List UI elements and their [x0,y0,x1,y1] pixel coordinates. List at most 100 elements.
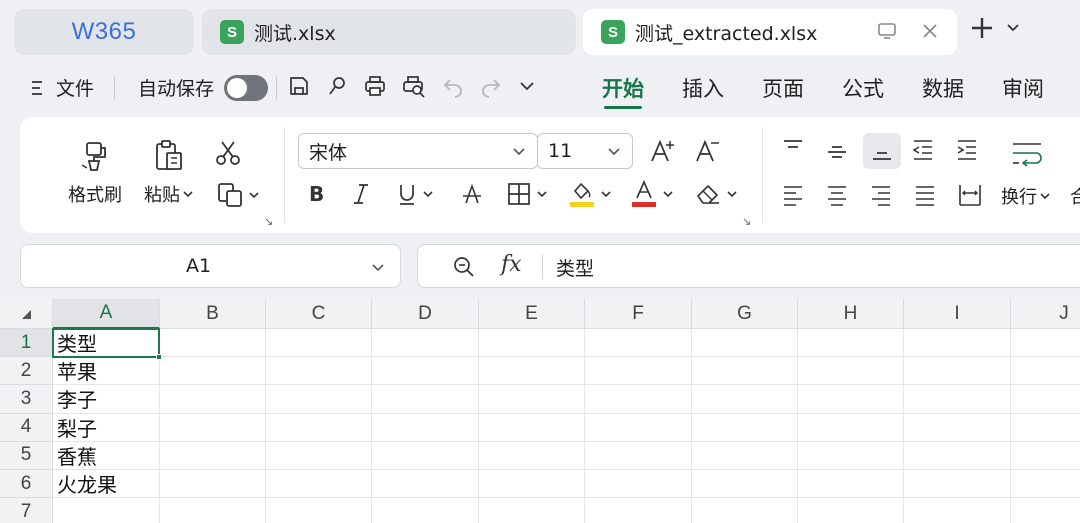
column-header-h[interactable]: H [798,299,904,329]
cell-c4[interactable] [266,413,372,442]
fill-handle[interactable] [156,354,162,361]
align-left-icon[interactable] [780,183,806,207]
cell-b3[interactable] [160,385,266,414]
chevron-down-icon[interactable] [1006,21,1020,35]
cell-h7[interactable] [798,498,904,523]
cell-j3[interactable] [1011,385,1080,414]
document-tab[interactable]: S 测试.xlsx [202,9,576,55]
file-menu[interactable]: 文件 [30,74,94,101]
cell-e5[interactable] [479,441,585,470]
font-size-select[interactable]: 11 [537,133,633,169]
merge-button[interactable]: 合 [1070,183,1080,209]
cell-f1[interactable] [585,329,692,358]
column-header-e[interactable]: E [479,299,585,329]
cell-a4[interactable]: 梨子 [53,413,160,442]
align-top-icon[interactable] [780,137,806,161]
cell-d2[interactable] [372,357,479,386]
wrap-button[interactable]: 换行 [1001,183,1051,209]
cell-g7[interactable] [692,498,798,523]
zoom-search-icon[interactable] [452,255,476,279]
cell-d3[interactable] [372,385,479,414]
border-button[interactable] [506,181,548,207]
row-header-2[interactable]: 2 [0,357,53,386]
cell-f5[interactable] [585,441,692,470]
font-group-launcher-icon[interactable]: ↘ [742,215,751,228]
paste-button[interactable]: 粘贴 [144,139,194,207]
cell-f7[interactable] [585,498,692,523]
cell-d6[interactable] [372,470,479,499]
select-all-corner[interactable] [0,299,53,329]
cell-c5[interactable] [266,441,372,470]
autosave-toggle[interactable] [224,74,269,101]
cell-j2[interactable] [1011,357,1080,386]
document-tab-active[interactable]: S 测试_extracted.xlsx [583,9,957,55]
cell-g2[interactable] [692,357,798,386]
cell-a3[interactable]: 李子 [53,385,160,414]
tab-data[interactable]: 数据 [922,73,964,109]
column-header-c[interactable]: C [266,299,372,329]
cell-f4[interactable] [585,413,692,442]
monitor-icon[interactable] [877,21,897,41]
tab-home[interactable]: 开始 [602,73,644,109]
tab-page[interactable]: 页面 [762,73,804,109]
cell-a2[interactable]: 苹果 [53,357,160,386]
font-color-button[interactable] [630,179,674,209]
justify-icon[interactable] [912,183,938,207]
save-icon[interactable] [287,74,311,98]
tab-insert[interactable]: 插入 [682,73,724,109]
cell-e2[interactable] [479,357,585,386]
cell-b2[interactable] [160,357,266,386]
cell-h3[interactable] [798,385,904,414]
cell-g5[interactable] [692,441,798,470]
column-header-j[interactable]: J [1011,299,1080,329]
cell-h4[interactable] [798,413,904,442]
cell-j4[interactable] [1011,414,1080,442]
align-right-icon[interactable] [868,183,894,207]
redo-icon[interactable] [479,74,503,98]
decrease-font-size-icon[interactable] [694,137,722,165]
cell-c7[interactable] [266,498,372,523]
italic-icon[interactable] [350,181,372,207]
cell-d5[interactable] [372,441,479,470]
cell-i2[interactable] [904,357,1011,386]
plus-icon[interactable] [968,14,996,42]
cell-c6[interactable] [266,470,372,499]
cell-j5[interactable] [1011,442,1080,470]
cell-j6[interactable] [1011,470,1080,499]
print-preview-icon[interactable] [401,74,427,98]
insert-function-icon[interactable]: fx [501,252,522,277]
cell-i4[interactable] [904,413,1011,442]
column-header-d[interactable]: D [372,299,479,329]
align-bottom-icon[interactable] [863,133,901,169]
cell-h5[interactable] [798,441,904,470]
cell-i1[interactable] [904,329,1011,358]
cell-f6[interactable] [585,470,692,499]
cell-d7[interactable] [372,498,479,523]
cell-i3[interactable] [904,385,1011,414]
column-header-i[interactable]: I [904,299,1011,329]
chevron-down-icon[interactable] [370,260,386,276]
distribute-icon[interactable] [956,181,984,209]
cell-b5[interactable] [160,441,266,470]
fill-color-button[interactable] [568,179,612,209]
cell-i5[interactable] [904,441,1011,470]
cell-b7[interactable] [160,498,266,523]
row-header-7[interactable]: 7 [0,498,53,523]
column-header-a[interactable]: A [53,299,160,329]
cut-icon[interactable] [214,139,242,167]
more-chevron-icon[interactable] [517,76,537,96]
cell-h2[interactable] [798,357,904,386]
cell-a5[interactable]: 香蕉 [53,441,160,470]
column-header-f[interactable]: F [585,299,692,329]
row-header-4[interactable]: 4 [0,413,53,442]
cell-g1[interactable] [692,329,798,358]
cell-e4[interactable] [479,413,585,442]
cell-a7[interactable] [53,498,160,523]
undo-icon[interactable] [441,74,465,98]
clipboard-group-launcher-icon[interactable]: ↘ [264,215,273,228]
cell-f2[interactable] [585,357,692,386]
cell-h1[interactable] [798,329,904,358]
cell-d1[interactable] [372,329,479,358]
column-header-g[interactable]: G [692,299,798,329]
wrap-text-icon[interactable] [1010,139,1044,169]
